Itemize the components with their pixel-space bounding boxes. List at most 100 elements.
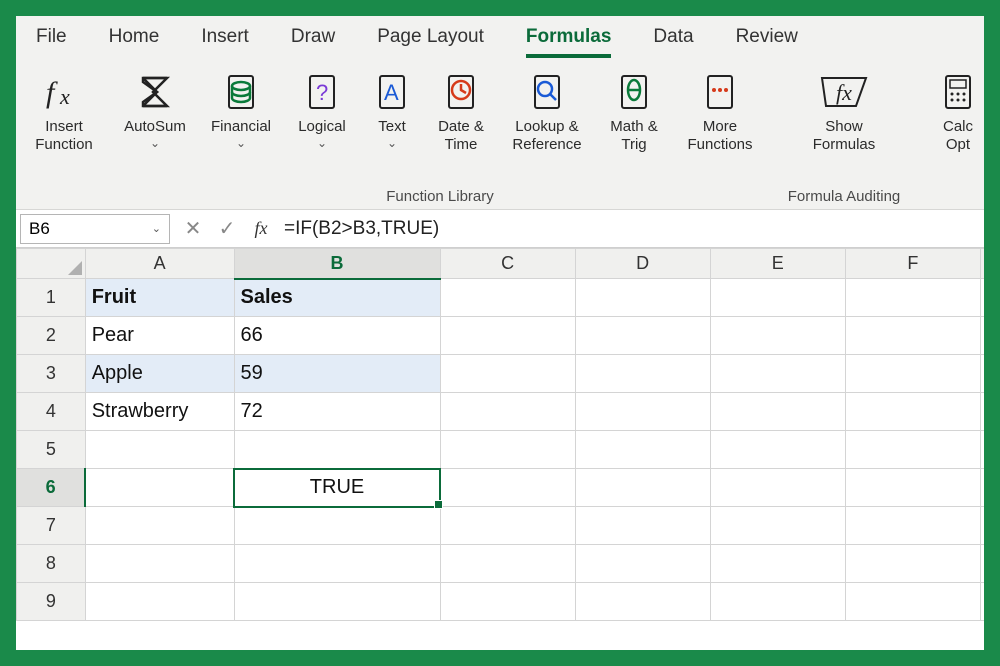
- show-formulas-button[interactable]: fx Show Formulas: [774, 66, 914, 154]
- col-header-G[interactable]: G: [980, 249, 984, 279]
- cell-C6[interactable]: [440, 469, 575, 507]
- insert-function-fx-button[interactable]: fx: [244, 214, 278, 244]
- spreadsheet-grid[interactable]: A B C D E F G 1 Fruit Sales: [16, 248, 984, 650]
- cell-A9[interactable]: [85, 583, 234, 621]
- cell-C3[interactable]: [440, 355, 575, 393]
- cell-G2[interactable]: [980, 317, 984, 355]
- col-header-D[interactable]: D: [575, 249, 710, 279]
- tab-page-layout[interactable]: Page Layout: [377, 22, 484, 52]
- formula-input[interactable]: =IF(B2>B3,TRUE): [278, 214, 984, 244]
- cancel-formula-button[interactable]: ✕: [176, 214, 210, 244]
- cell-A2[interactable]: Pear: [85, 317, 234, 355]
- cell-E8[interactable]: [710, 545, 845, 583]
- cell-A3[interactable]: Apple: [85, 355, 234, 393]
- cell-D4[interactable]: [575, 393, 710, 431]
- insert-function-button[interactable]: fx Insert Function: [19, 66, 109, 154]
- cell-C9[interactable]: [440, 583, 575, 621]
- cell-B1[interactable]: Sales: [234, 279, 440, 317]
- cell-E6[interactable]: [710, 469, 845, 507]
- cell-G7[interactable]: [980, 507, 984, 545]
- cell-C5[interactable]: [440, 431, 575, 469]
- cell-F5[interactable]: [845, 431, 980, 469]
- row-header-4[interactable]: 4: [17, 393, 86, 431]
- cell-B3[interactable]: 59: [234, 355, 440, 393]
- cell-D5[interactable]: [575, 431, 710, 469]
- cell-A5[interactable]: [85, 431, 234, 469]
- row-header-9[interactable]: 9: [17, 583, 86, 621]
- cell-D6[interactable]: [575, 469, 710, 507]
- logical-button[interactable]: ? Logical ⌄: [286, 66, 358, 150]
- cell-B4[interactable]: 72: [234, 393, 440, 431]
- cell-G6[interactable]: [980, 469, 984, 507]
- cell-F1[interactable]: [845, 279, 980, 317]
- col-header-B[interactable]: B: [234, 249, 440, 279]
- lookup-reference-button[interactable]: Lookup & Reference: [500, 66, 594, 154]
- cell-F8[interactable]: [845, 545, 980, 583]
- row-header-5[interactable]: 5: [17, 431, 86, 469]
- cell-E7[interactable]: [710, 507, 845, 545]
- cell-F6[interactable]: [845, 469, 980, 507]
- more-functions-button[interactable]: More Functions: [674, 66, 766, 154]
- tab-data[interactable]: Data: [653, 22, 693, 52]
- cell-D2[interactable]: [575, 317, 710, 355]
- tab-formulas[interactable]: Formulas: [526, 22, 612, 52]
- cell-D1[interactable]: [575, 279, 710, 317]
- cell-F7[interactable]: [845, 507, 980, 545]
- cell-B7[interactable]: [234, 507, 440, 545]
- row-header-2[interactable]: 2: [17, 317, 86, 355]
- col-header-F[interactable]: F: [845, 249, 980, 279]
- financial-button[interactable]: Financial ⌄: [200, 66, 282, 150]
- cell-G8[interactable]: [980, 545, 984, 583]
- cell-G1[interactable]: [980, 279, 984, 317]
- cell-B8[interactable]: [234, 545, 440, 583]
- text-button[interactable]: A Text ⌄: [362, 66, 422, 150]
- tab-review[interactable]: Review: [736, 22, 798, 52]
- cell-G4[interactable]: [980, 393, 984, 431]
- cell-D7[interactable]: [575, 507, 710, 545]
- cell-B5[interactable]: [234, 431, 440, 469]
- cell-C4[interactable]: [440, 393, 575, 431]
- cell-E1[interactable]: [710, 279, 845, 317]
- name-box[interactable]: B6 ⌄: [20, 214, 170, 244]
- enter-formula-button[interactable]: ✓: [210, 214, 244, 244]
- col-header-E[interactable]: E: [710, 249, 845, 279]
- cell-G9[interactable]: [980, 583, 984, 621]
- cell-B6[interactable]: TRUE: [234, 469, 440, 507]
- cell-F3[interactable]: [845, 355, 980, 393]
- row-header-7[interactable]: 7: [17, 507, 86, 545]
- cell-E2[interactable]: [710, 317, 845, 355]
- tab-file[interactable]: File: [36, 22, 67, 52]
- cell-C7[interactable]: [440, 507, 575, 545]
- cell-E5[interactable]: [710, 431, 845, 469]
- date-time-button[interactable]: Date & Time: [426, 66, 496, 154]
- cell-C8[interactable]: [440, 545, 575, 583]
- cell-G5[interactable]: [980, 431, 984, 469]
- tab-insert[interactable]: Insert: [201, 22, 249, 52]
- cell-E9[interactable]: [710, 583, 845, 621]
- col-header-C[interactable]: C: [440, 249, 575, 279]
- tab-draw[interactable]: Draw: [291, 22, 335, 52]
- cell-F9[interactable]: [845, 583, 980, 621]
- cell-E4[interactable]: [710, 393, 845, 431]
- cell-A6[interactable]: [85, 469, 234, 507]
- cell-A7[interactable]: [85, 507, 234, 545]
- cell-D3[interactable]: [575, 355, 710, 393]
- math-trig-button[interactable]: Math & Trig: [598, 66, 670, 154]
- row-header-6[interactable]: 6: [17, 469, 86, 507]
- cell-C1[interactable]: [440, 279, 575, 317]
- cell-D8[interactable]: [575, 545, 710, 583]
- cell-F4[interactable]: [845, 393, 980, 431]
- col-header-A[interactable]: A: [85, 249, 234, 279]
- calculation-options-button[interactable]: Calc Opt: [930, 66, 984, 154]
- cell-D9[interactable]: [575, 583, 710, 621]
- cell-F2[interactable]: [845, 317, 980, 355]
- row-header-8[interactable]: 8: [17, 545, 86, 583]
- row-header-3[interactable]: 3: [17, 355, 86, 393]
- tab-home[interactable]: Home: [109, 22, 160, 52]
- cell-A8[interactable]: [85, 545, 234, 583]
- autosum-button[interactable]: AutoSum ⌄: [114, 66, 196, 150]
- select-all-corner[interactable]: [17, 249, 86, 279]
- cell-A1[interactable]: Fruit: [85, 279, 234, 317]
- cell-C2[interactable]: [440, 317, 575, 355]
- cell-G3[interactable]: [980, 355, 984, 393]
